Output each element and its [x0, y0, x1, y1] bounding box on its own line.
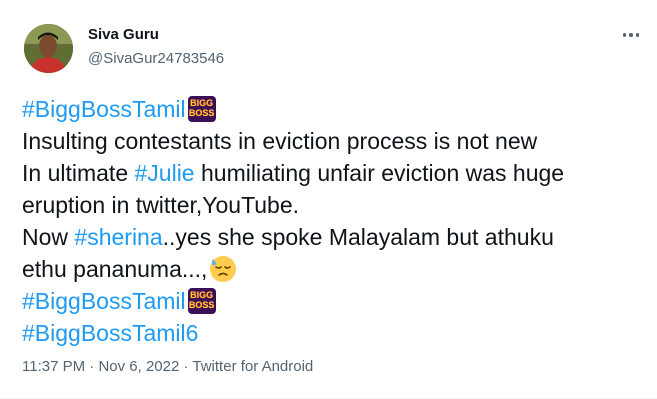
tweet-source[interactable]: Twitter for Android: [192, 358, 313, 375]
more-options-icon[interactable]: [620, 27, 642, 43]
bigg-boss-hashflag-icon: BIGG BOSS: [187, 96, 216, 122]
tweet-text-segment: ..yes she spoke Malayalam but athuku: [162, 224, 554, 250]
tweet-text-segment: humiliating unfair eviction was huge: [194, 160, 565, 186]
tweet-line: #BiggBossTamil BIGG BOSS: [22, 93, 642, 125]
downcast-face-with-sweat-icon: [210, 256, 237, 282]
author-handle[interactable]: @SivaGur24783546: [88, 50, 224, 67]
separator: ·: [179, 358, 193, 375]
hashtag-link[interactable]: #BiggBossTamil: [22, 93, 186, 125]
tweet-text: #BiggBossTamil BIGG BOSS Insulting conte…: [22, 93, 642, 349]
tweet-line: In ultimate #Julie humiliating unfair ev…: [22, 157, 642, 189]
tweet-text-segment: Now: [22, 224, 75, 250]
tweet-line: #BiggBossTamil BIGG BOSS: [22, 285, 642, 317]
tweet-meta: 11:37 PM · Nov 6, 2022 · Twitter for And…: [22, 358, 313, 375]
tweet-time[interactable]: 11:37 PM: [22, 358, 85, 375]
tweet-text-segment: In ultimate: [22, 160, 135, 186]
tweet-text-segment: eruption in twitter,YouTube.: [22, 192, 300, 218]
tweet-line: eruption in twitter,YouTube.: [22, 189, 642, 221]
tweet-line: ethu pananuma...,: [22, 253, 642, 285]
tweet-date[interactable]: Nov 6, 2022: [98, 358, 179, 375]
tweet-line: Insulting contestants in eviction proces…: [22, 125, 642, 157]
hashtag-link[interactable]: #sherina: [74, 221, 162, 253]
tweet-text-segment: Insulting contestants in eviction proces…: [22, 128, 538, 154]
tweet-line: Now #sherina ..yes she spoke Malayalam bu…: [22, 221, 642, 253]
tweet-line: #BiggBossTamil6: [22, 317, 642, 349]
avatar[interactable]: [24, 24, 73, 73]
separator: ·: [85, 358, 99, 375]
tweet-card: Siva Guru @SivaGur24783546 #BiggBossTami…: [0, 0, 657, 399]
author-name[interactable]: Siva Guru: [88, 26, 159, 43]
bigg-boss-hashflag-icon: BIGG BOSS: [187, 288, 216, 314]
hashtag-link[interactable]: #Julie: [135, 157, 195, 189]
hashtag-link[interactable]: #BiggBossTamil: [22, 285, 186, 317]
hashtag-link[interactable]: #BiggBossTamil6: [22, 317, 198, 349]
avatar-image: [24, 24, 73, 73]
tweet-text-segment: ethu pananuma...,: [22, 256, 208, 282]
